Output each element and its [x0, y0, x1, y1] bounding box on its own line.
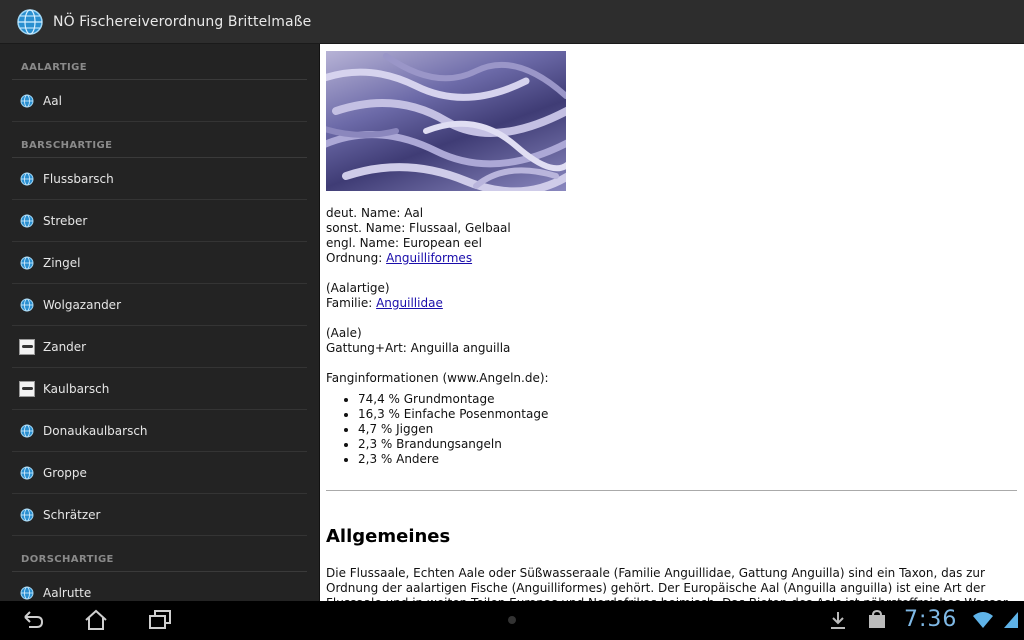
info-aalartige: (Aalartige)	[326, 281, 390, 295]
sidebar-item-label: Kaulbarsch	[43, 381, 110, 396]
fang-list-item: 74,4 % Grundmontage	[358, 392, 1016, 407]
allgemeines-paragraph: Die Flussaale, Echten Aale oder Süßwasse…	[326, 566, 1010, 601]
eel-photo	[326, 51, 566, 191]
fish-info: deut. Name: Aal sonst. Name: Flussaal, G…	[326, 206, 1016, 467]
sidebar-item-label: Aal	[43, 93, 62, 108]
home-icon[interactable]	[84, 609, 108, 631]
fish-thumbnail-icon	[19, 380, 35, 397]
globe-icon	[20, 298, 34, 311]
sidebar-item-label: Flussbarsch	[43, 171, 114, 186]
info-sonst-name: sonst. Name: Flussaal, Gelbaal	[326, 221, 511, 235]
info-ordnung: Ordnung: Anguilliformes	[326, 251, 1016, 266]
sidebar-item-schraetzer[interactable]: Schrätzer	[12, 494, 307, 536]
sidebar-item-donaukaulbarsch[interactable]: Donaukaulbarsch	[12, 410, 307, 452]
sidebar-item-flussbarsch[interactable]: Flussbarsch	[12, 158, 307, 200]
info-familie-label: Familie:	[326, 296, 377, 310]
fang-list-item: 2,3 % Andere	[358, 452, 1016, 467]
fish-thumbnail-icon	[19, 338, 35, 355]
section-header-aalartige: AALARTIGE	[12, 44, 307, 80]
sidebar-item-wolgazander[interactable]: Wolgazander	[12, 284, 307, 326]
globe-icon	[20, 256, 34, 269]
back-icon[interactable]	[21, 609, 45, 631]
globe-icon	[20, 94, 34, 107]
wifi-icon	[973, 612, 993, 628]
sidebar-item-label: Donaukaulbarsch	[43, 423, 148, 438]
sidebar-item-groppe[interactable]: Groppe	[12, 452, 307, 494]
globe-icon	[20, 508, 34, 521]
familie-link[interactable]: Anguillidae	[376, 296, 443, 310]
sidebar-item-label: Zingel	[43, 255, 81, 270]
globe-icon	[20, 172, 34, 185]
globe-icon	[20, 466, 34, 479]
sidebar-item-label: Schrätzer	[43, 507, 101, 522]
sidebar-item-zingel[interactable]: Zingel	[12, 242, 307, 284]
app-globe-icon[interactable]	[16, 8, 44, 36]
sidebar-item-aalrutte[interactable]: Aalrutte	[12, 572, 307, 601]
info-gattung: Gattung+Art: Anguilla anguilla	[326, 341, 511, 355]
ordnung-link[interactable]: Anguilliformes	[386, 251, 472, 265]
info-ordnung-label: Ordnung:	[326, 251, 387, 265]
info-fanginformationen: Fanginformationen (www.Angeln.de):	[326, 371, 549, 385]
status-clock: 7:36	[904, 607, 958, 632]
sidebar-item-label: Groppe	[43, 465, 87, 480]
signal-icon	[1004, 612, 1018, 628]
globe-icon	[20, 586, 34, 600]
sidebar-item-label: Aalrutte	[43, 586, 92, 600]
sidebar: AALARTIGE Aal BARSCHARTIGE Flussbarsch S…	[0, 44, 319, 601]
info-deut-name: deut. Name: Aal	[326, 206, 424, 220]
app-title: NÖ Fischereiverordnung Brittelmaße	[53, 13, 312, 30]
store-bag-icon[interactable]	[866, 609, 888, 631]
sidebar-item-label: Streber	[43, 213, 88, 228]
section-header-dorschartige: DORSCHARTIGE	[12, 536, 307, 572]
download-icon[interactable]	[828, 609, 848, 631]
action-bar: NÖ Fischereiverordnung Brittelmaße	[0, 0, 1024, 44]
fang-list-item: 4,7 % Jiggen	[358, 422, 1016, 437]
sidebar-item-aal[interactable]: Aal	[12, 80, 307, 122]
eel-photo-image	[326, 53, 566, 191]
content-divider	[326, 490, 1017, 491]
recent-apps-icon[interactable]	[148, 609, 172, 631]
page-indicator-dot	[508, 616, 516, 624]
fang-list-item: 16,3 % Einfache Posenmontage	[358, 407, 1016, 422]
sidebar-item-label: Wolgazander	[43, 297, 121, 312]
sidebar-item-zander[interactable]: Zander	[12, 326, 307, 368]
globe-icon	[20, 214, 34, 227]
sidebar-item-kaulbarsch[interactable]: Kaulbarsch	[12, 368, 307, 410]
section-header-barschartige: BARSCHARTIGE	[12, 122, 307, 158]
info-engl-name: engl. Name: European eel	[326, 236, 482, 250]
fang-list: 74,4 % Grundmontage 16,3 % Einfache Pose…	[358, 392, 1016, 467]
info-aale: (Aale)	[326, 326, 362, 340]
detail-content[interactable]: deut. Name: Aal sonst. Name: Flussaal, G…	[320, 44, 1024, 601]
sidebar-item-streber[interactable]: Streber	[12, 200, 307, 242]
sidebar-item-label: Zander	[43, 339, 87, 354]
info-familie: Familie: Anguillidae	[326, 296, 1016, 311]
globe-icon	[20, 424, 34, 437]
fang-list-item: 2,3 % Brandungsangeln	[358, 437, 1016, 452]
section-heading-allgemeines: Allgemeines	[326, 526, 451, 547]
